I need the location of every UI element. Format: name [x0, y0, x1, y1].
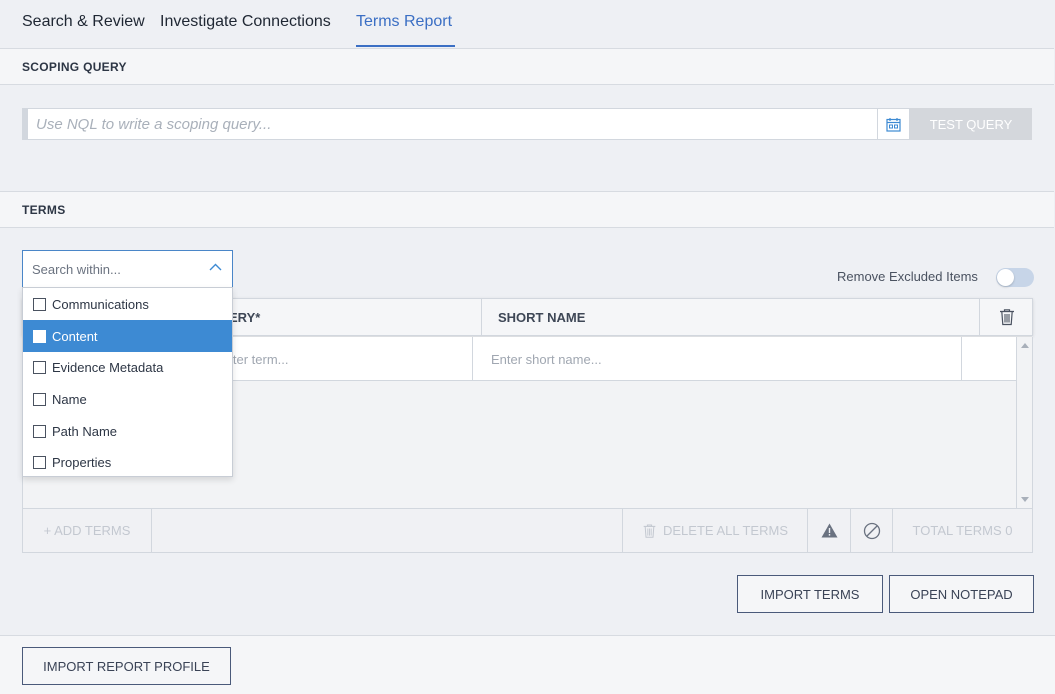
term-action-cell: [962, 337, 1016, 381]
calendar-button[interactable]: [878, 108, 910, 140]
import-terms-button[interactable]: IMPORT TERMS: [737, 575, 883, 613]
column-header-short-name: SHORT NAME: [498, 310, 586, 325]
warning-icon: [821, 523, 837, 538]
tab-investigate-connections[interactable]: Investigate Connections: [160, 13, 331, 31]
option-label: Communications: [52, 296, 149, 312]
option-label: Path Name: [52, 423, 118, 439]
open-notepad-button[interactable]: OPEN NOTEPAD: [889, 575, 1034, 613]
add-terms-button[interactable]: + ADD TERMS: [23, 509, 152, 552]
terms-action-bar: + ADD TERMS DELETE ALL TERMS TOTAL TERMS…: [22, 508, 1033, 553]
trash-icon: [643, 524, 656, 538]
term-short-name-input[interactable]: [473, 337, 962, 381]
checkbox[interactable]: [33, 392, 46, 406]
option-label: Properties: [52, 454, 112, 470]
column-header-query: ERY*: [229, 310, 261, 325]
delete-all-terms-label: DELETE ALL TERMS: [663, 523, 788, 538]
table-scrollbar[interactable]: [1017, 337, 1033, 508]
scoping-query-input[interactable]: [22, 108, 878, 140]
column-divider: [481, 299, 482, 335]
checkbox[interactable]: [33, 455, 46, 469]
calendar-icon: [886, 117, 901, 132]
remove-excluded-label: Remove Excluded Items: [837, 269, 978, 284]
search-within-menu: Communications Content Evidence Metadata…: [22, 287, 233, 477]
option-label: Content: [52, 328, 98, 344]
checkbox[interactable]: [33, 329, 46, 343]
checkbox[interactable]: [33, 360, 46, 374]
option-properties[interactable]: Properties: [23, 446, 232, 478]
prohibited-icon: [863, 522, 880, 539]
delete-all-terms-button[interactable]: DELETE ALL TERMS: [622, 509, 808, 552]
option-evidence-metadata[interactable]: Evidence Metadata: [23, 351, 232, 383]
option-communications[interactable]: Communications: [23, 288, 232, 320]
trash-icon: [1000, 309, 1014, 326]
checkbox[interactable]: [33, 297, 46, 311]
tab-terms-report[interactable]: Terms Report: [356, 13, 452, 31]
chevron-up-icon: [209, 263, 222, 271]
scroll-up-icon[interactable]: [1021, 343, 1029, 348]
scroll-down-icon[interactable]: [1021, 497, 1029, 502]
column-divider: [979, 299, 980, 335]
option-label: Name: [52, 391, 87, 407]
search-within-dropdown[interactable]: Search within...: [22, 250, 233, 288]
warning-button[interactable]: [808, 509, 851, 552]
tab-search-review[interactable]: Search & Review: [22, 13, 145, 31]
option-label: Evidence Metadata: [52, 359, 164, 375]
total-terms-count: TOTAL TERMS 0: [912, 523, 1013, 538]
option-content[interactable]: Content: [23, 320, 232, 352]
delete-column-button[interactable]: [998, 308, 1016, 329]
test-query-button[interactable]: TEST QUERY: [910, 108, 1032, 140]
scoping-query-header: SCOPING QUERY: [0, 48, 1054, 85]
active-tab-indicator: [356, 45, 455, 47]
exclude-button[interactable]: [851, 509, 893, 552]
search-within-placeholder: Search within...: [32, 262, 121, 277]
toggle-knob: [997, 269, 1014, 286]
option-name[interactable]: Name: [23, 383, 232, 415]
checkbox[interactable]: [33, 424, 46, 438]
import-report-profile-button[interactable]: IMPORT REPORT PROFILE: [22, 647, 231, 685]
terms-header: TERMS: [0, 191, 1054, 228]
remove-excluded-toggle[interactable]: [996, 268, 1034, 287]
tab-bar: Search & Review Investigate Connections …: [0, 0, 1055, 48]
option-path-name[interactable]: Path Name: [23, 415, 232, 447]
